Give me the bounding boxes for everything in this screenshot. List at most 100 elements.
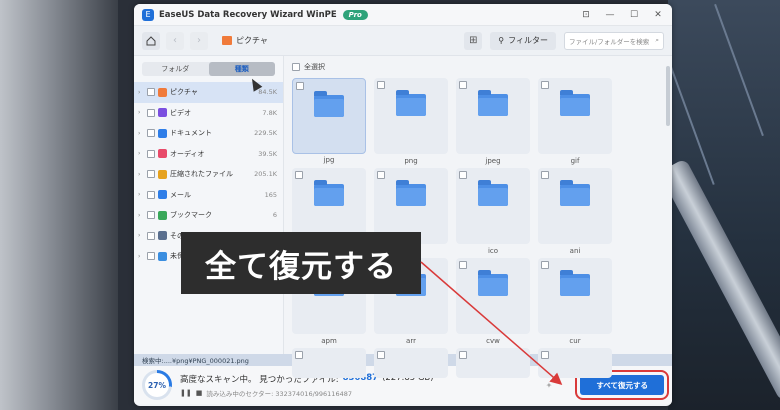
tile-checkbox[interactable] <box>377 351 385 359</box>
category-icon <box>158 169 167 179</box>
sidebar-item-label: ブックマーク <box>170 211 212 220</box>
item-checkbox[interactable] <box>147 231 155 240</box>
item-checkbox[interactable] <box>147 88 155 97</box>
folder-label: ico <box>487 247 499 255</box>
back-button[interactable]: ‹ <box>166 31 184 50</box>
search-input[interactable]: ファイル/フォルダーを検索 ⌕ <box>564 31 664 50</box>
folder-icon <box>314 91 344 117</box>
folder-tile[interactable] <box>374 348 448 378</box>
item-checkbox[interactable] <box>147 129 155 138</box>
expand-arrow-icon[interactable]: › <box>138 109 144 116</box>
minimize-icon[interactable]: — <box>604 10 616 20</box>
select-all-checkbox[interactable] <box>292 63 300 71</box>
close-icon[interactable]: ✕ <box>652 10 664 20</box>
sidebar-item[interactable]: › メール 165 <box>134 185 283 206</box>
tile-checkbox[interactable] <box>377 171 385 179</box>
item-checkbox[interactable] <box>147 190 155 199</box>
stop-icon[interactable]: ■ <box>196 389 203 397</box>
folder-tile[interactable]: gif <box>538 78 612 165</box>
folder-tile[interactable] <box>538 348 612 378</box>
select-all[interactable]: 全選択 <box>292 60 664 74</box>
folder-icon <box>396 180 426 206</box>
expand-arrow-icon[interactable]: › <box>138 253 144 260</box>
sidebar-item[interactable]: › オーディオ 39.5K <box>134 144 283 165</box>
folder-tile[interactable]: cvw <box>456 258 530 345</box>
folder-tile[interactable] <box>292 348 366 378</box>
tile-checkbox[interactable] <box>295 171 303 179</box>
sidebar-item[interactable]: › 圧縮されたファイル 205.1K <box>134 164 283 185</box>
tile-checkbox[interactable] <box>541 261 549 269</box>
folder-tile[interactable]: cur <box>538 258 612 345</box>
sidebar-item-count: 229.5K <box>254 129 277 138</box>
tile-checkbox[interactable] <box>295 351 303 359</box>
sidebar-item-label: メール <box>170 190 191 199</box>
tile-checkbox[interactable] <box>377 81 385 89</box>
folder-label: jpeg <box>485 157 501 165</box>
app-window: E EaseUS Data Recovery Wizard WinPE Pro … <box>134 4 672 406</box>
tab-folder[interactable]: フォルダ <box>142 62 209 76</box>
item-checkbox[interactable] <box>147 170 155 179</box>
folder-icon <box>560 270 590 296</box>
pause-icon[interactable]: ❚❚ <box>180 389 192 397</box>
folder-label: jpg <box>323 156 335 164</box>
folder-label: ani <box>569 247 581 255</box>
category-icon <box>158 231 167 241</box>
folder-icon <box>314 180 344 206</box>
tile-checkbox[interactable] <box>541 171 549 179</box>
sidebar-item-count: 6 <box>272 211 277 220</box>
grid-icon: ⊞ <box>469 35 478 46</box>
expand-arrow-icon[interactable]: › <box>138 150 144 157</box>
item-checkbox[interactable] <box>147 252 155 261</box>
folder-label: png <box>404 157 418 165</box>
tile-checkbox[interactable] <box>296 82 304 90</box>
tile-checkbox[interactable] <box>541 81 549 89</box>
tile-checkbox[interactable] <box>541 351 549 359</box>
forward-button[interactable]: › <box>190 31 208 50</box>
file-grid-area: 全選択 jpgpngjpeggifepsbmpicoaniapmarrcvwcu… <box>284 56 672 378</box>
folder-tile[interactable]: jpeg <box>456 78 530 165</box>
recover-all-button[interactable]: すべて復元する <box>575 370 669 400</box>
folder-tile[interactable] <box>456 348 530 378</box>
tile-checkbox[interactable] <box>459 171 467 179</box>
grid-view-button[interactable]: ⊞ <box>464 31 483 50</box>
folder-icon <box>560 180 590 206</box>
sidebar-item-label: ドキュメント <box>170 129 212 138</box>
folder-icon <box>478 270 508 296</box>
tab-type[interactable]: 種類 <box>208 62 275 76</box>
expand-arrow-icon[interactable]: › <box>138 171 144 178</box>
app-logo-icon: E <box>142 8 154 21</box>
sidebar-item-label: 圧縮されたファイル <box>170 170 233 179</box>
feedback-icon[interactable]: ⊡ <box>580 10 592 20</box>
expand-arrow-icon[interactable]: › <box>138 232 144 239</box>
sidebar-item-count: 205.1K <box>254 170 277 179</box>
sidebar-item[interactable]: › ブックマーク 6 <box>134 205 283 226</box>
tile-checkbox[interactable] <box>459 81 467 89</box>
item-checkbox[interactable] <box>147 149 155 158</box>
expand-arrow-icon[interactable]: › <box>138 89 144 96</box>
folder-tile[interactable]: jpg <box>292 78 366 164</box>
expand-arrow-icon[interactable]: › <box>138 191 144 198</box>
photo-background-right <box>668 0 780 410</box>
item-checkbox[interactable] <box>147 108 155 117</box>
expand-arrow-icon[interactable]: › <box>138 212 144 219</box>
sidebar-item[interactable]: › ドキュメント 229.5K <box>134 123 283 144</box>
filter-icon: ⚲ <box>498 36 505 45</box>
scrollbar[interactable] <box>666 66 670 126</box>
sector-progress: 読み込み中のセクター: 332374016/996116487 <box>206 389 352 398</box>
maximize-icon[interactable]: ☐ <box>628 10 640 20</box>
home-button[interactable] <box>142 31 160 50</box>
item-checkbox[interactable] <box>147 211 155 220</box>
tile-checkbox[interactable] <box>459 351 467 359</box>
chevron-left-icon: ‹ <box>173 35 177 46</box>
folder-tile[interactable]: png <box>374 78 448 165</box>
filter-button[interactable]: ⚲ フィルター <box>490 31 556 50</box>
photo-bezel-left <box>0 0 118 410</box>
expand-arrow-icon[interactable]: › <box>138 130 144 137</box>
folder-tile[interactable]: ico <box>456 168 530 255</box>
sidebar-item[interactable]: › ビデオ 7.8K <box>134 103 283 124</box>
folder-tile[interactable]: ani <box>538 168 612 255</box>
category-icon <box>158 128 167 138</box>
filter-label: フィルター <box>508 36 548 45</box>
folder-icon <box>396 90 426 116</box>
tile-checkbox[interactable] <box>459 261 467 269</box>
